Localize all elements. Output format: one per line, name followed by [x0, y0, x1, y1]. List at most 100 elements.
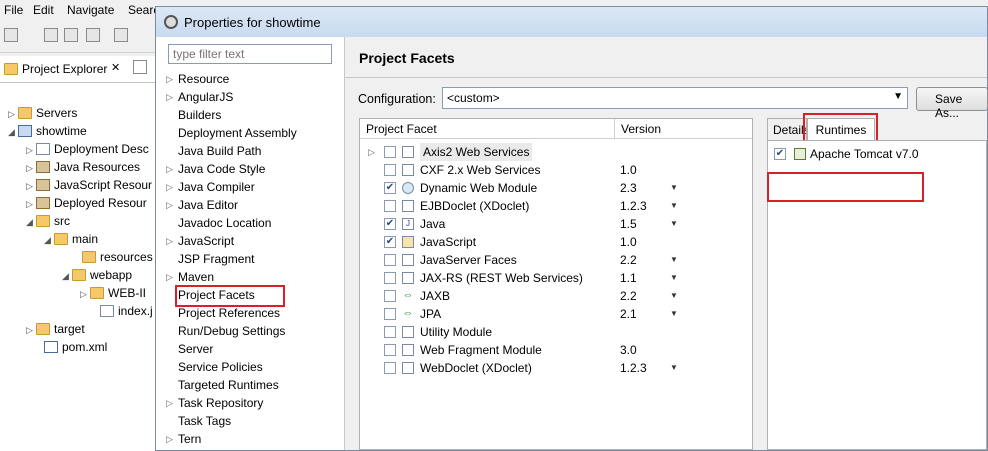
- tree-item-deployment-descriptor[interactable]: ▷ Deployment Desc: [26, 140, 149, 158]
- tree-item-web-inf[interactable]: ▷ WEB-II: [80, 284, 146, 302]
- nav-item-task-tags[interactable]: Task Tags: [178, 412, 231, 430]
- nav-item-tern[interactable]: ▷ Tern: [166, 430, 201, 448]
- facet-row[interactable]: CXF 2.x Web Services 1.0: [360, 161, 752, 179]
- tree-item-showtime[interactable]: ◢ showtime: [8, 122, 87, 140]
- nav-item-maven[interactable]: ▷ Maven: [166, 268, 214, 286]
- nav-item-javascript[interactable]: ▷ JavaScript: [166, 232, 234, 250]
- version-dropdown-icon[interactable]: ▼: [670, 305, 678, 323]
- configuration-select[interactable]: <custom> ▼: [442, 87, 908, 109]
- expand-arrow-icon[interactable]: ▷: [166, 160, 173, 178]
- facet-row[interactable]: ⇔ JAXB 2.2 ▼: [360, 287, 752, 305]
- tree-item-target[interactable]: ▷ target: [26, 320, 85, 338]
- facet-row[interactable]: ✔ J Java 1.5 ▼: [360, 215, 752, 233]
- nav-item-builders[interactable]: Builders: [178, 106, 221, 124]
- facet-checkbox[interactable]: [384, 200, 396, 212]
- expand-arrow-icon[interactable]: ▷: [166, 178, 173, 196]
- facet-row[interactable]: ✔ Dynamic Web Module 2.3 ▼: [360, 179, 752, 197]
- menu-edit[interactable]: Edit: [33, 3, 54, 17]
- collapse-arrow-icon[interactable]: ◢: [62, 267, 72, 285]
- facet-checkbox[interactable]: [384, 326, 396, 338]
- facet-checkbox[interactable]: [384, 272, 396, 284]
- expand-arrow-icon[interactable]: ▷: [166, 268, 173, 286]
- column-header-facet[interactable]: Project Facet: [360, 119, 615, 139]
- menu-file[interactable]: File: [4, 3, 23, 17]
- facet-row[interactable]: JAX-RS (REST Web Services) 1.1 ▼: [360, 269, 752, 287]
- nav-item-project-references[interactable]: Project References: [178, 304, 280, 322]
- nav-item-deployment-assembly[interactable]: Deployment Assembly: [178, 124, 297, 142]
- save-as-button[interactable]: Save As...: [916, 87, 988, 120]
- nav-item-java-build-path[interactable]: Java Build Path: [178, 142, 261, 160]
- project-explorer-tab[interactable]: Project Explorer ✕: [0, 56, 158, 83]
- facet-checkbox[interactable]: ✔: [384, 182, 396, 194]
- facet-checkbox[interactable]: [384, 290, 396, 302]
- tree-item-main[interactable]: ◢ main: [44, 230, 98, 248]
- tree-item-servers[interactable]: ▷ Servers: [8, 104, 77, 122]
- expand-arrow-icon[interactable]: ▷: [80, 285, 90, 303]
- expand-arrow-icon[interactable]: ▷: [166, 196, 173, 214]
- tree-item-webapp[interactable]: ◢ webapp: [62, 266, 132, 284]
- nav-item-server[interactable]: Server: [178, 340, 213, 358]
- nav-item-jsp-fragment[interactable]: JSP Fragment: [178, 250, 254, 268]
- menu-navigate[interactable]: Navigate: [67, 3, 114, 17]
- facet-row[interactable]: ▷ Axis2 Web Services: [360, 143, 752, 161]
- filter-input[interactable]: [168, 44, 332, 64]
- facet-row[interactable]: Web Fragment Module 3.0: [360, 341, 752, 359]
- close-icon[interactable]: ✕: [111, 61, 120, 74]
- save-all-icon[interactable]: [64, 28, 78, 42]
- tree-item-index[interactable]: index.j: [90, 302, 153, 320]
- package-explorer-icon[interactable]: [133, 60, 147, 74]
- facet-checkbox[interactable]: ✔: [384, 218, 396, 230]
- nav-item-run-debug-settings[interactable]: Run/Debug Settings: [178, 322, 285, 340]
- facet-checkbox[interactable]: ✔: [384, 236, 396, 248]
- column-header-version[interactable]: Version: [615, 119, 752, 139]
- version-dropdown-icon[interactable]: ▼: [670, 197, 678, 215]
- version-dropdown-icon[interactable]: ▼: [670, 287, 678, 305]
- nav-item-javadoc-location[interactable]: Javadoc Location: [178, 214, 271, 232]
- expand-arrow-icon[interactable]: ▷: [26, 159, 36, 177]
- nav-item-targeted-runtimes[interactable]: Targeted Runtimes: [178, 376, 279, 394]
- expand-arrow-icon[interactable]: ▷: [166, 394, 173, 412]
- collapse-arrow-icon[interactable]: ◢: [44, 231, 54, 249]
- facet-checkbox[interactable]: [384, 344, 396, 356]
- facet-checkbox[interactable]: [384, 362, 396, 374]
- version-dropdown-icon[interactable]: ▼: [670, 215, 678, 233]
- new-icon[interactable]: [4, 28, 18, 42]
- collapse-arrow-icon[interactable]: ◢: [8, 123, 18, 141]
- skip-breakpoints-icon[interactable]: [114, 28, 128, 42]
- expand-arrow-icon[interactable]: ▷: [166, 88, 173, 106]
- expand-arrow-icon[interactable]: ▷: [368, 143, 375, 161]
- nav-item-java-code-style[interactable]: ▷ Java Code Style: [166, 160, 265, 178]
- expand-arrow-icon[interactable]: ▷: [26, 177, 36, 195]
- facet-checkbox[interactable]: [384, 254, 396, 266]
- facet-row[interactable]: ⇔ JPA 2.1 ▼: [360, 305, 752, 323]
- tree-item-resources[interactable]: resources: [72, 248, 153, 266]
- dialog-title-bar[interactable]: Properties for showtime: [156, 7, 987, 38]
- nav-item-resource[interactable]: ▷ Resource: [166, 70, 229, 88]
- tree-item-deployed-resources[interactable]: ▷ Deployed Resour: [26, 194, 147, 212]
- print-icon[interactable]: [86, 28, 100, 42]
- runtime-checkbox[interactable]: ✔: [774, 148, 786, 160]
- nav-item-angularjs[interactable]: ▷ AngularJS: [166, 88, 233, 106]
- collapse-arrow-icon[interactable]: ◢: [26, 213, 36, 231]
- expand-arrow-icon[interactable]: ▷: [8, 105, 18, 123]
- tree-item-javascript-resources[interactable]: ▷ JavaScript Resour: [26, 176, 152, 194]
- facet-row[interactable]: WebDoclet (XDoclet) 1.2.3 ▼: [360, 359, 752, 377]
- tab-details[interactable]: Details: [767, 118, 807, 140]
- facet-checkbox[interactable]: [384, 146, 396, 158]
- tree-item-java-resources[interactable]: ▷ Java Resources: [26, 158, 140, 176]
- nav-item-task-repository[interactable]: ▷ Task Repository: [166, 394, 263, 412]
- expand-arrow-icon[interactable]: ▷: [26, 141, 36, 159]
- facet-row[interactable]: EJBDoclet (XDoclet) 1.2.3 ▼: [360, 197, 752, 215]
- facet-row[interactable]: Utility Module: [360, 323, 752, 341]
- facet-checkbox[interactable]: [384, 308, 396, 320]
- version-dropdown-icon[interactable]: ▼: [670, 269, 678, 287]
- version-dropdown-icon[interactable]: ▼: [670, 179, 678, 197]
- expand-arrow-icon[interactable]: ▷: [166, 232, 173, 250]
- tree-item-pom[interactable]: pom.xml: [34, 338, 107, 356]
- save-icon[interactable]: [44, 28, 58, 42]
- nav-item-service-policies[interactable]: Service Policies: [178, 358, 263, 376]
- expand-arrow-icon[interactable]: ▷: [166, 70, 173, 88]
- expand-arrow-icon[interactable]: ▷: [26, 195, 36, 213]
- version-dropdown-icon[interactable]: ▼: [670, 251, 678, 269]
- version-dropdown-icon[interactable]: ▼: [670, 359, 678, 377]
